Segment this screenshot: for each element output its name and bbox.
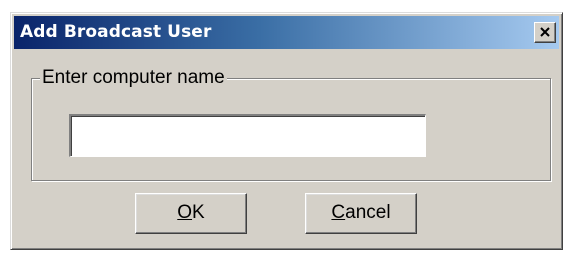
close-button[interactable]: [534, 22, 556, 43]
cancel-button-mnemonic: C: [331, 202, 346, 223]
add-broadcast-user-dialog: Add Broadcast User Enter computer name O…: [10, 12, 563, 250]
title-bar[interactable]: Add Broadcast User: [14, 16, 559, 49]
ok-button-label-rest: K: [192, 202, 205, 223]
ok-button[interactable]: OK: [135, 193, 247, 234]
group-label: Enter computer name: [40, 67, 227, 89]
dialog-title: Add Broadcast User: [20, 22, 212, 42]
ok-button-mnemonic: O: [177, 202, 193, 223]
close-icon: [540, 27, 550, 37]
cancel-button-label-rest: ancel: [345, 202, 391, 223]
computer-name-groupbox: Enter computer name: [31, 67, 551, 181]
cancel-button[interactable]: Cancel: [305, 193, 417, 234]
computer-name-input[interactable]: [69, 114, 426, 157]
